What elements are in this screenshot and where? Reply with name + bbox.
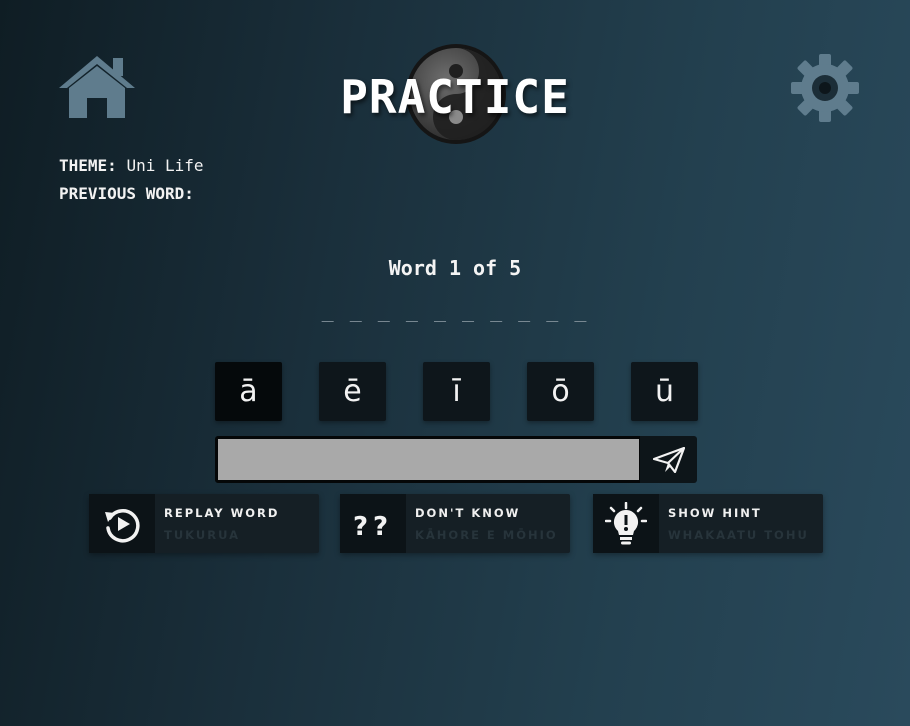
theme-label: THEME: <box>59 156 117 175</box>
replay-icon-box <box>89 494 155 553</box>
lightbulb-icon <box>605 501 647 544</box>
replay-word-label: REPLAY WORD <box>164 506 280 520</box>
paper-plane-icon <box>652 446 685 473</box>
macron-key-u[interactable]: ū <box>631 362 698 421</box>
show-hint-label: SHOW HINT <box>668 506 762 520</box>
question-icon-box: ? ? <box>340 494 406 553</box>
question-marks-icon: ? ? <box>353 512 388 541</box>
replay-icon <box>105 508 140 542</box>
replay-word-button[interactable]: REPLAY WORD TUKURUA <box>89 494 319 553</box>
macron-key-a[interactable]: ā <box>215 362 282 421</box>
show-hint-sublabel: WHAKAATU TOHU <box>668 528 809 542</box>
submit-button[interactable] <box>640 436 697 483</box>
home-button[interactable] <box>55 52 139 120</box>
show-hint-button[interactable]: SHOW HINT WHAKAATU TOHU <box>593 494 823 553</box>
previous-word-label: PREVIOUS WORD: <box>59 184 194 203</box>
home-icon <box>59 56 135 118</box>
macron-key-e[interactable]: ē <box>319 362 386 421</box>
svg-text:?: ? <box>353 512 368 541</box>
gear-icon <box>791 54 859 122</box>
word-progress: Word 1 of 5 <box>388 256 522 280</box>
word-blanks: _ _ _ _ _ _ _ _ _ _ <box>321 298 589 322</box>
dont-know-sublabel: KĀHORE E MŌHIO <box>415 528 558 542</box>
page-title: PRACTICE <box>340 70 570 124</box>
answer-input[interactable] <box>215 436 642 483</box>
dont-know-button[interactable]: ? ? DON'T KNOW KĀHORE E MŌHIO <box>340 494 570 553</box>
dont-know-label: DON'T KNOW <box>415 506 521 520</box>
theme-line: THEME: Uni Life <box>59 156 204 176</box>
theme-value: Uni Life <box>126 156 204 175</box>
hint-icon-box <box>593 494 659 553</box>
svg-text:?: ? <box>373 512 388 541</box>
settings-button[interactable] <box>787 50 863 126</box>
replay-word-sublabel: TUKURUA <box>164 528 240 542</box>
macron-key-o[interactable]: ō <box>527 362 594 421</box>
previous-word-line: PREVIOUS WORD: <box>59 184 194 204</box>
macron-key-i[interactable]: ī <box>423 362 490 421</box>
